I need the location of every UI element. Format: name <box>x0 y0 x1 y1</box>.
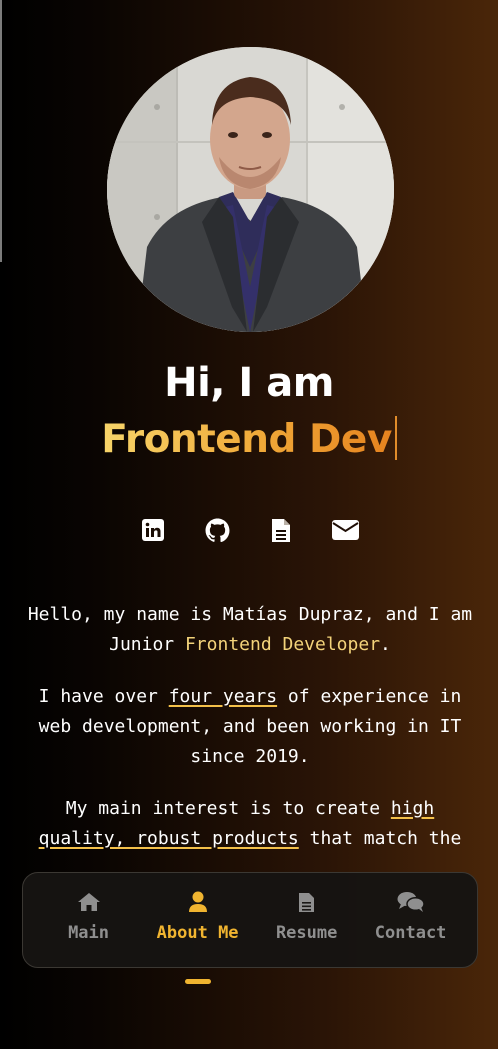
bio-paragraph-interest: My main interest is to create high quali… <box>22 794 478 854</box>
document-icon <box>272 518 290 542</box>
resume-link[interactable] <box>267 516 295 544</box>
nav-label-contact: Contact <box>374 923 447 943</box>
bio-text: I have over <box>38 686 169 707</box>
linkedin-link[interactable] <box>139 516 167 544</box>
nav-item-about-me[interactable]: About Me <box>156 891 239 984</box>
nav-label-about-me: About Me <box>156 923 239 943</box>
hero-role: Frontend Dev <box>0 412 498 468</box>
nav-item-resume[interactable]: Resume <box>272 891 342 943</box>
about-bio: Hello, my name is Matías Dupraz, and I a… <box>22 600 478 876</box>
user-icon <box>188 891 207 912</box>
hero-role-text: Frontend Dev <box>101 417 392 462</box>
social-links <box>0 516 498 544</box>
hero-greeting: Hi, I am <box>164 360 334 406</box>
comments-icon <box>397 892 425 912</box>
nav-label-main: Main <box>68 923 110 943</box>
typing-caret <box>394 416 397 460</box>
bio-underline-years: four years <box>168 686 278 707</box>
bio-paragraph-intro: Hello, my name is Matías Dupraz, and I a… <box>22 600 478 660</box>
bio-paragraph-experience: I have over four years of experience in … <box>22 682 478 772</box>
file-icon <box>299 892 315 912</box>
bio-highlight-role: Frontend Developer <box>184 634 381 655</box>
bio-text: My main interest is to create <box>65 798 391 819</box>
active-tab-indicator <box>184 979 211 984</box>
github-link[interactable] <box>203 516 231 544</box>
github-icon <box>205 518 229 542</box>
email-link[interactable] <box>331 516 359 544</box>
nav-label-resume: Resume <box>275 923 338 943</box>
envelope-icon <box>331 520 359 540</box>
bio-text: that match the <box>298 828 462 849</box>
linkedin-icon <box>142 519 164 541</box>
nav-item-contact[interactable]: Contact <box>374 891 447 943</box>
bottom-navigation: Main About Me Resume Contact <box>22 872 478 984</box>
nav-item-main[interactable]: Main <box>54 891 124 943</box>
window-edge <box>0 0 2 262</box>
profile-photo <box>107 47 394 332</box>
bio-text: . <box>380 634 391 655</box>
home-icon <box>77 893 100 911</box>
